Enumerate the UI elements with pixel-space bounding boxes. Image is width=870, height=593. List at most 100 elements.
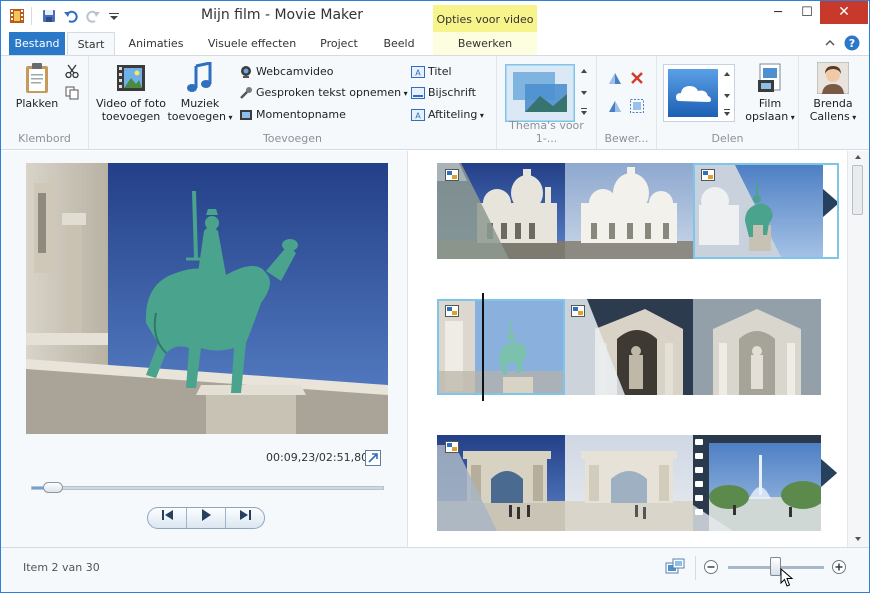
storyboard-scrollbar[interactable] — [847, 151, 869, 547]
ribbon-tabs: Bestand Start Animaties Visuele effecten… — [1, 32, 869, 56]
clip-frame — [565, 435, 693, 531]
clip-thumbnail[interactable] — [565, 299, 693, 395]
playback-controls — [147, 507, 265, 529]
svg-text:?: ? — [849, 37, 855, 50]
share-scroll-icon[interactable] — [722, 67, 732, 121]
credits-button[interactable]: A Aftiteling ▾ — [411, 106, 484, 124]
onedrive-cloud-icon[interactable] — [668, 69, 718, 117]
ribbon: Plakken Klembord Video of foto toevoegen… — [1, 55, 869, 150]
cut-icon[interactable] — [65, 64, 79, 78]
transition-icon — [701, 169, 715, 181]
clip-thumbnail-selected[interactable] — [437, 299, 565, 395]
add-music-button[interactable]: Muziek toevoegen ▾ — [167, 62, 233, 124]
tab-animations[interactable]: Animaties — [123, 32, 189, 55]
previous-frame-button[interactable] — [148, 508, 187, 528]
tab-project[interactable]: Project — [313, 32, 365, 55]
select-all-icon[interactable] — [629, 98, 645, 114]
mouse-cursor-icon — [780, 568, 794, 587]
account-name: Brenda Callens — [809, 97, 853, 123]
clip-thumbnail-selected[interactable] — [693, 163, 839, 259]
thumbnail-size-icon[interactable] — [665, 558, 685, 576]
add-music-label: Muziek toevoegen — [167, 97, 226, 123]
group-label-share: Delen — [711, 132, 744, 145]
title-button[interactable]: A Titel — [411, 63, 452, 81]
timecode: 00:09,23/02:51,80 — [266, 451, 369, 464]
clip-thumbnail[interactable] — [693, 435, 839, 531]
delete-icon[interactable] — [629, 70, 645, 86]
status-text: Item 2 van 30 — [23, 561, 100, 574]
record-narration-button[interactable]: Gesproken tekst opnemen ▾ — [239, 84, 408, 102]
window-title: Mijn film - Movie Maker — [201, 7, 363, 23]
group-user: Brenda Callens ▾ — [799, 56, 867, 149]
seek-thumb[interactable] — [43, 482, 64, 493]
fullscreen-icon[interactable] — [365, 450, 381, 466]
zoom-out-icon[interactable] — [703, 559, 719, 575]
share-gallery — [663, 64, 735, 122]
storyboard-row — [437, 163, 839, 259]
save-movie-label: Film opslaan — [745, 97, 789, 123]
zoom-in-icon[interactable] — [831, 559, 847, 575]
close-button[interactable]: ✕ — [820, 1, 868, 24]
save-icon[interactable] — [41, 8, 57, 24]
clip-frame — [565, 163, 693, 259]
clip-frame — [693, 435, 839, 531]
rotate-right-icon[interactable] — [607, 98, 623, 114]
tab-edit[interactable]: Bewerken — [433, 32, 537, 55]
maximize-button[interactable]: ☐ — [790, 1, 824, 24]
previous-frame-icon — [162, 510, 173, 520]
paste-button[interactable]: Plakken — [13, 62, 61, 110]
clip-thumbnail[interactable] — [565, 435, 693, 531]
group-clipboard: Plakken Klembord — [1, 56, 89, 149]
preview-pane: 00:09,23/02:51,80 — [1, 151, 408, 547]
clip-frame — [695, 165, 837, 257]
scroll-down-icon[interactable] — [853, 535, 863, 543]
clipboard-icon — [26, 63, 48, 93]
snapshot-icon — [240, 110, 252, 120]
customize-qat-icon[interactable] — [106, 8, 122, 24]
paste-label: Plakken — [15, 97, 59, 110]
copy-icon[interactable] — [65, 86, 79, 100]
seek-bar[interactable] — [31, 482, 384, 493]
undo-icon[interactable] — [63, 8, 79, 24]
theme-scroll-icon[interactable] — [579, 64, 589, 122]
video-preview[interactable] — [26, 163, 388, 434]
group-label-add: Toevoegen — [262, 132, 323, 145]
app-film-icon[interactable] — [9, 8, 25, 24]
collapse-ribbon-icon[interactable] — [824, 37, 836, 49]
theme-thumbnail[interactable] — [505, 64, 575, 122]
title-icon: A — [411, 66, 425, 78]
film-photo-icon — [117, 65, 145, 91]
clip-thumbnail[interactable] — [437, 163, 565, 259]
next-frame-button[interactable] — [226, 508, 264, 528]
microphone-icon — [240, 87, 252, 99]
snapshot-button[interactable]: Momentopname — [239, 106, 346, 124]
clip-thumbnail[interactable] — [437, 435, 565, 531]
caption-button[interactable]: Bijschrift — [411, 84, 476, 102]
playhead[interactable] — [482, 293, 484, 401]
tab-view[interactable]: Beeld — [375, 32, 423, 55]
redo-icon[interactable] — [85, 8, 101, 24]
storyboard-row — [437, 435, 839, 531]
rotate-left-icon[interactable] — [607, 70, 623, 86]
clip-thumbnail[interactable] — [565, 163, 693, 259]
tab-visual-effects[interactable]: Visuele effecten — [201, 32, 303, 55]
account-button[interactable]: Brenda Callens ▾ — [803, 62, 863, 124]
title-bar: Mijn film - Movie Maker Opties voor vide… — [1, 1, 869, 32]
group-share: Film opslaan ▾ Delen — [657, 56, 799, 149]
save-movie-button[interactable]: Film opslaan ▾ — [743, 62, 797, 124]
music-note-icon — [187, 62, 212, 92]
tab-file[interactable]: Bestand — [9, 32, 65, 55]
add-video-photo-button[interactable]: Video of foto toevoegen — [91, 62, 171, 123]
clip-thumbnail[interactable] — [693, 299, 821, 395]
tab-start[interactable]: Start — [67, 32, 115, 56]
transition-icon — [445, 169, 459, 181]
transition-icon — [445, 305, 459, 317]
scroll-up-icon[interactable] — [853, 153, 863, 161]
add-video-photo-label: Video of foto toevoegen — [95, 97, 167, 123]
play-button[interactable] — [187, 508, 226, 528]
webcam-button[interactable]: Webcamvideo — [239, 63, 334, 81]
transition-icon — [445, 441, 459, 453]
storyboard[interactable] — [409, 151, 847, 547]
help-icon[interactable]: ? — [844, 35, 860, 51]
scrollbar-thumb[interactable] — [852, 165, 863, 215]
